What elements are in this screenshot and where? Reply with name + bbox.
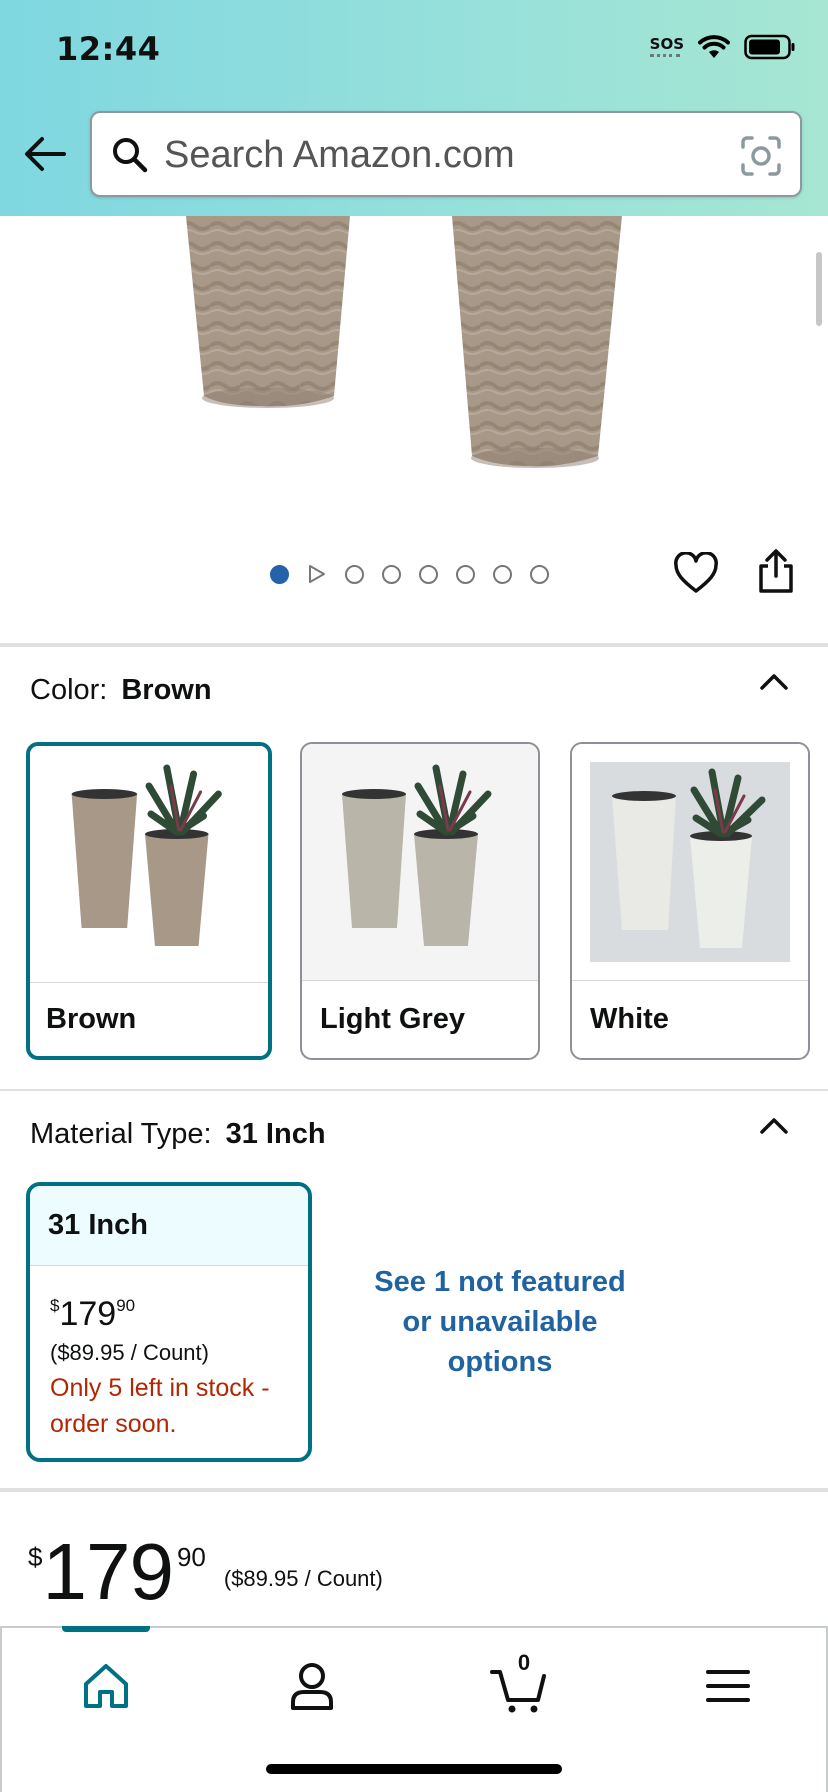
status-time: 12:44 bbox=[56, 30, 161, 68]
stock-warning: Only 5 left in stock - order soon. bbox=[50, 1374, 270, 1438]
material-option-title: 31 Inch bbox=[30, 1186, 308, 1266]
pagination-dot-active[interactable] bbox=[270, 564, 289, 584]
see-unavailable-options-link[interactable]: See 1 not featured or unavailable option… bbox=[360, 1262, 640, 1382]
battery-icon bbox=[744, 34, 795, 60]
wifi-icon bbox=[698, 35, 730, 58]
status-indicators: SOS bbox=[649, 34, 796, 60]
search-bar[interactable] bbox=[90, 111, 802, 197]
price-fraction: 90 bbox=[176, 1542, 206, 1572]
camera-search-icon[interactable] bbox=[740, 135, 782, 177]
nav-active-indicator bbox=[62, 1626, 150, 1632]
product-price: $ 179 90 ($89.95 / Count) bbox=[28, 1524, 383, 1620]
option-price-whole: 179 bbox=[59, 1295, 117, 1333]
cart-count: 0 bbox=[517, 1650, 531, 1675]
pagination-dot[interactable] bbox=[493, 564, 512, 584]
account-icon[interactable] bbox=[282, 1656, 342, 1716]
swatch-image bbox=[572, 744, 808, 980]
color-option-light-grey[interactable]: Light Grey bbox=[300, 742, 540, 1060]
pagination-dot[interactable] bbox=[382, 564, 401, 584]
price-symbol: $ bbox=[28, 1542, 43, 1572]
color-label-text: Color: bbox=[30, 674, 108, 706]
option-price-fraction: 90 bbox=[116, 1296, 136, 1315]
color-option-brown[interactable]: Brown bbox=[26, 742, 272, 1060]
home-indicator[interactable] bbox=[266, 1764, 562, 1774]
pagination-dot[interactable] bbox=[530, 564, 549, 584]
back-arrow-icon[interactable] bbox=[22, 134, 68, 174]
search-input[interactable] bbox=[164, 127, 724, 183]
material-label-text: Material Type: bbox=[30, 1118, 212, 1150]
share-icon[interactable] bbox=[756, 548, 796, 594]
sos-label: SOS bbox=[649, 34, 684, 53]
chevron-up-icon[interactable] bbox=[758, 672, 790, 692]
search-icon[interactable] bbox=[110, 135, 150, 175]
color-option-white[interactable]: White bbox=[570, 742, 810, 1060]
cart-button[interactable]: 0 bbox=[490, 1650, 550, 1716]
menu-icon[interactable] bbox=[698, 1656, 758, 1716]
sos-indicator: SOS bbox=[649, 34, 684, 58]
section-divider bbox=[0, 1488, 828, 1492]
material-label: Material Type: 31 Inch bbox=[30, 1118, 326, 1151]
color-selected-value: Brown bbox=[121, 674, 212, 706]
swatch-label: Light Grey bbox=[302, 980, 538, 1058]
home-icon[interactable] bbox=[76, 1656, 136, 1716]
material-option-31-inch[interactable]: 31 Inch $17990 ($89.95 / Count) Only 5 l… bbox=[26, 1182, 312, 1462]
chevron-up-icon[interactable] bbox=[758, 1116, 790, 1136]
swatch-label: Brown bbox=[30, 982, 268, 1056]
pagination-dot[interactable] bbox=[345, 564, 364, 584]
swatch-label: White bbox=[572, 980, 808, 1058]
image-pagination[interactable] bbox=[270, 564, 549, 584]
material-selected-value: 31 Inch bbox=[225, 1118, 326, 1150]
pagination-dot[interactable] bbox=[419, 564, 438, 584]
scroll-indicator[interactable] bbox=[816, 252, 822, 326]
swatch-image bbox=[302, 744, 538, 980]
option-unit-price: ($89.95 / Count) bbox=[50, 1340, 209, 1365]
wishlist-heart-icon[interactable] bbox=[673, 552, 719, 594]
sos-dots bbox=[649, 53, 680, 58]
section-divider bbox=[0, 643, 828, 647]
price-whole: 179 bbox=[42, 1527, 173, 1616]
price-unit: ($89.95 / Count) bbox=[223, 1566, 383, 1591]
section-divider bbox=[0, 1089, 828, 1091]
app-header: 12:44 SOS bbox=[0, 0, 828, 216]
video-play-icon[interactable] bbox=[307, 564, 327, 584]
pagination-dot[interactable] bbox=[456, 564, 475, 584]
color-label: Color: Brown bbox=[30, 674, 212, 707]
swatch-image bbox=[30, 746, 268, 982]
option-price: $17990 bbox=[50, 1286, 308, 1334]
